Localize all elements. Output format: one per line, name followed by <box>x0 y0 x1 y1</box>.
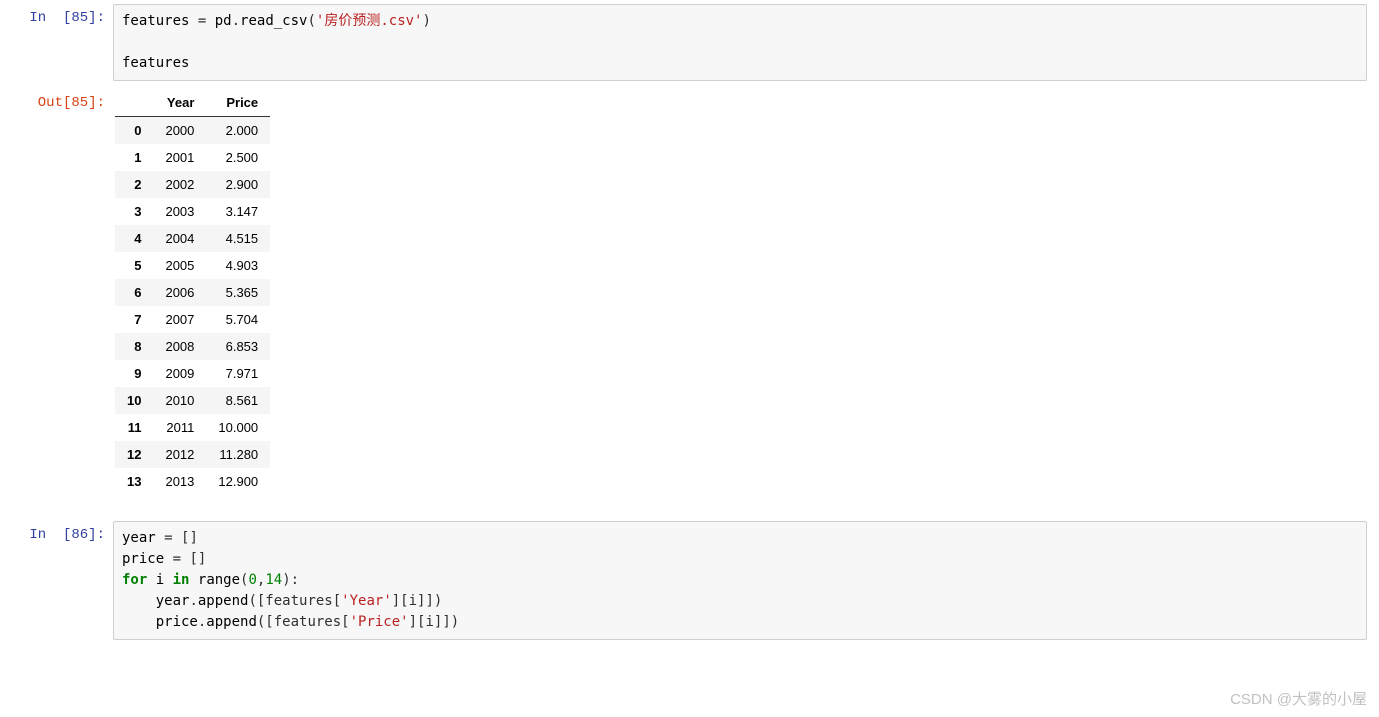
table-cell: 2004 <box>153 225 206 252</box>
table-cell: 10.000 <box>206 414 270 441</box>
table-cell: 2008 <box>153 333 206 360</box>
table-row: 12201211.280 <box>115 441 270 468</box>
table-row: 220022.900 <box>115 171 270 198</box>
watermark-text: CSDN @大雾的小屋 <box>1230 688 1367 709</box>
table-row: 820086.853 <box>115 333 270 360</box>
table-cell: 2010 <box>153 387 206 414</box>
output-cell-85: Out[85]: YearPrice 020002.000120012.5002… <box>0 85 1379 499</box>
table-cell: 2013 <box>153 468 206 495</box>
table-cell: 4.515 <box>206 225 270 252</box>
row-index: 2 <box>115 171 153 198</box>
table-row: 1020108.561 <box>115 387 270 414</box>
code-block[interactable]: year = [] price = [] for i in range(0,14… <box>122 528 1358 633</box>
code-cell-85: In [85]: features = pd.read_csv('房价预测.cs… <box>0 0 1379 85</box>
table-cell: 5.704 <box>206 306 270 333</box>
table-cell: 8.561 <box>206 387 270 414</box>
table-cell: 2009 <box>153 360 206 387</box>
table-cell: 2005 <box>153 252 206 279</box>
table-cell: 2012 <box>153 441 206 468</box>
table-row: 720075.704 <box>115 306 270 333</box>
table-cell: 2.000 <box>206 117 270 145</box>
row-index: 12 <box>115 441 153 468</box>
table-row: 13201312.900 <box>115 468 270 495</box>
table-cell: 2003 <box>153 198 206 225</box>
table-cell: 2.900 <box>206 171 270 198</box>
table-row: 320033.147 <box>115 198 270 225</box>
table-cell: 4.903 <box>206 252 270 279</box>
table-cell: 12.900 <box>206 468 270 495</box>
row-index: 10 <box>115 387 153 414</box>
table-cell: 3.147 <box>206 198 270 225</box>
row-index: 3 <box>115 198 153 225</box>
table-cell: 2000 <box>153 117 206 145</box>
out-prompt: Out[85]: <box>0 89 113 111</box>
table-cell: 2006 <box>153 279 206 306</box>
output-area: YearPrice 020002.000120012.500220022.900… <box>113 89 1379 495</box>
row-index: 9 <box>115 360 153 387</box>
row-index: 0 <box>115 117 153 145</box>
table-cell: 2002 <box>153 171 206 198</box>
dataframe-table: YearPrice 020002.000120012.500220022.900… <box>115 89 270 495</box>
row-index: 5 <box>115 252 153 279</box>
in-prompt: In [86]: <box>0 521 113 543</box>
table-row: 520054.903 <box>115 252 270 279</box>
table-cell: 6.853 <box>206 333 270 360</box>
row-index: 7 <box>115 306 153 333</box>
table-cell: 2011 <box>153 414 206 441</box>
table-cell: 5.365 <box>206 279 270 306</box>
table-cell: 11.280 <box>206 441 270 468</box>
row-index: 6 <box>115 279 153 306</box>
table-column-header <box>115 89 153 117</box>
table-cell: 2007 <box>153 306 206 333</box>
table-row: 620065.365 <box>115 279 270 306</box>
table-row: 120012.500 <box>115 144 270 171</box>
row-index: 11 <box>115 414 153 441</box>
row-index: 1 <box>115 144 153 171</box>
code-input-area[interactable]: year = [] price = [] for i in range(0,14… <box>113 521 1367 640</box>
table-row: 420044.515 <box>115 225 270 252</box>
table-cell: 2001 <box>153 144 206 171</box>
table-cell: 7.971 <box>206 360 270 387</box>
table-header-row: YearPrice <box>115 89 270 117</box>
table-row: 920097.971 <box>115 360 270 387</box>
code-cell-86: In [86]: year = [] price = [] for i in r… <box>0 517 1379 644</box>
row-index: 4 <box>115 225 153 252</box>
table-row: 11201110.000 <box>115 414 270 441</box>
table-cell: 2.500 <box>206 144 270 171</box>
table-row: 020002.000 <box>115 117 270 145</box>
table-column-header: Price <box>206 89 270 117</box>
in-prompt: In [85]: <box>0 4 113 26</box>
code-block[interactable]: features = pd.read_csv('房价预测.csv') featu… <box>122 11 1358 74</box>
row-index: 13 <box>115 468 153 495</box>
row-index: 8 <box>115 333 153 360</box>
code-input-area[interactable]: features = pd.read_csv('房价预测.csv') featu… <box>113 4 1367 81</box>
table-column-header: Year <box>153 89 206 117</box>
